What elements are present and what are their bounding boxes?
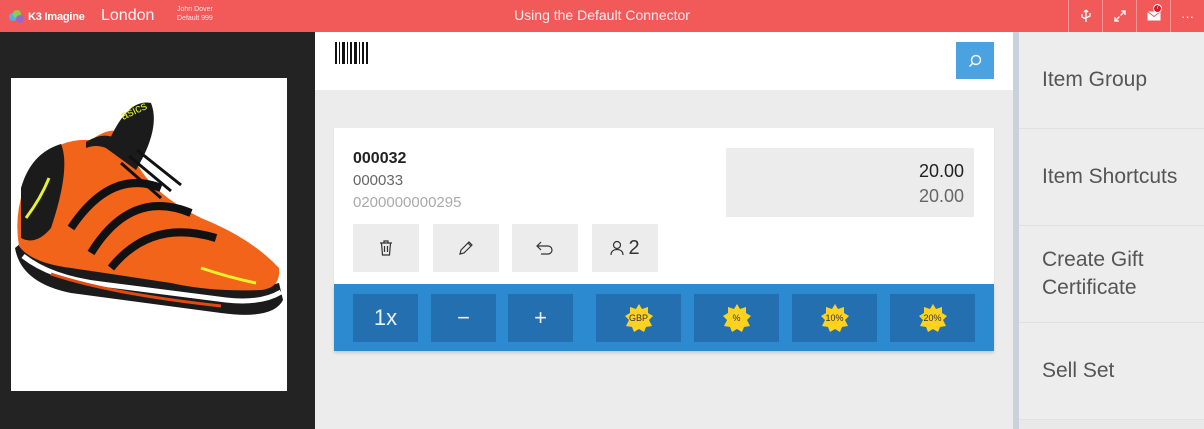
discount-star-icon: 20% bbox=[918, 303, 948, 333]
trash-icon bbox=[380, 240, 392, 256]
user-name: John Dover bbox=[177, 6, 213, 13]
basket-line[interactable]: 000032 000033 0200000000295 20.00 20.00 … bbox=[334, 128, 994, 284]
discount-percent-label: % bbox=[732, 313, 741, 323]
item-ean: 0200000000295 bbox=[353, 194, 462, 211]
discount-star-icon: 10% bbox=[820, 303, 850, 333]
increase-button[interactable]: + bbox=[508, 294, 573, 342]
discount-20-button[interactable]: 20% bbox=[890, 294, 975, 342]
expand-button[interactable] bbox=[1102, 0, 1136, 32]
barcode-icon[interactable] bbox=[335, 42, 369, 64]
usb-icon bbox=[1080, 9, 1091, 22]
quantity-bar: 1x − + GBP % 10% 20% bbox=[334, 284, 994, 351]
item-image: asics bbox=[11, 78, 287, 391]
shortcut-sell-set[interactable]: Sell Set bbox=[1019, 323, 1204, 420]
discount-star-icon: % bbox=[722, 303, 752, 333]
scan-bar bbox=[315, 32, 1013, 90]
shortcut-item-group[interactable]: Item Group bbox=[1019, 32, 1204, 129]
shoe-image: asics bbox=[15, 98, 283, 315]
usb-button[interactable] bbox=[1068, 0, 1102, 32]
original-price: 20.00 bbox=[918, 186, 964, 206]
item-image-pane: asics bbox=[0, 32, 315, 429]
item-alt-code: 000033 bbox=[353, 172, 404, 189]
shortcut-create-gift-certificate[interactable]: Create Gift Certificate bbox=[1019, 226, 1204, 323]
item-code: 000032 bbox=[353, 150, 407, 167]
discount-10-label: 10% bbox=[825, 313, 844, 323]
search-button[interactable] bbox=[956, 42, 994, 79]
logo-mark-icon bbox=[9, 10, 25, 24]
discount-percent-button[interactable]: % bbox=[694, 294, 779, 342]
logo-text: K3 Imagine bbox=[28, 11, 85, 23]
store-name: London bbox=[101, 7, 155, 24]
search-icon bbox=[969, 54, 982, 67]
discount-10-button[interactable]: 10% bbox=[792, 294, 877, 342]
shortcut-item-shortcuts[interactable]: Item Shortcuts bbox=[1019, 129, 1204, 226]
return-button[interactable] bbox=[512, 224, 578, 272]
user-detail: Default 999 bbox=[177, 15, 213, 22]
salesperson-button[interactable]: 2 bbox=[592, 224, 658, 272]
user-info: John Dover Default 999 bbox=[177, 5, 213, 23]
more-button[interactable]: ··· bbox=[1170, 0, 1204, 32]
expand-icon bbox=[1113, 10, 1126, 22]
decrease-button[interactable]: − bbox=[431, 294, 496, 342]
shortcut-panel: Item Group Item Shortcuts Create Gift Ce… bbox=[1013, 32, 1204, 429]
k3-logo: K3 Imagine bbox=[9, 9, 85, 25]
discount-star-icon: GBP bbox=[624, 303, 654, 333]
discount-20-label: 20% bbox=[923, 313, 942, 323]
edit-button[interactable] bbox=[433, 224, 499, 272]
price-box[interactable]: 20.00 20.00 bbox=[726, 148, 974, 217]
top-bar: K3 Imagine London John Dover Default 999… bbox=[0, 0, 1204, 32]
discount-gbp-button[interactable]: GBP bbox=[596, 294, 681, 342]
person-icon bbox=[610, 240, 625, 256]
quantity-button[interactable]: 1x bbox=[353, 294, 418, 342]
basket-area: 000032 000033 0200000000295 20.00 20.00 … bbox=[315, 32, 1013, 429]
mail-badge: 7 bbox=[1153, 4, 1162, 13]
return-arrow-icon bbox=[536, 241, 553, 255]
pencil-icon bbox=[459, 241, 473, 255]
messages-button[interactable]: 7 bbox=[1136, 0, 1170, 32]
discount-gbp-label: GBP bbox=[628, 313, 648, 323]
line-price: 20.00 bbox=[918, 161, 964, 181]
delete-button[interactable] bbox=[353, 224, 419, 272]
salesperson-count: 2 bbox=[628, 236, 640, 259]
